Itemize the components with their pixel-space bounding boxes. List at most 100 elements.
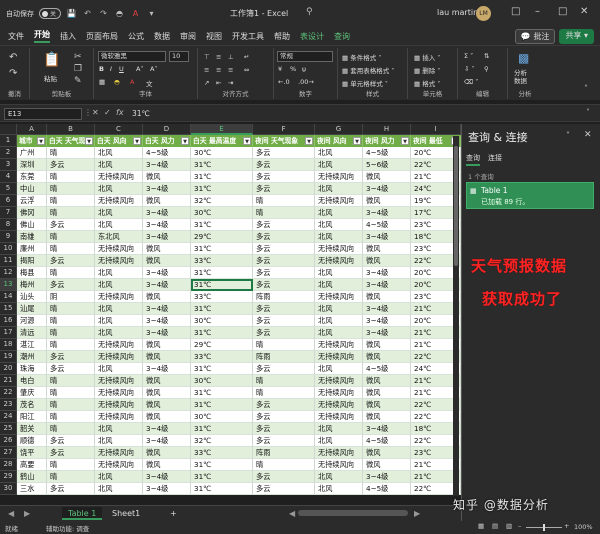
tab-formulas[interactable]: 公式 [128, 31, 144, 42]
table-cell[interactable]: 无持续风向 [315, 195, 363, 207]
autosave-toggle[interactable]: 关 [39, 8, 61, 19]
row-header[interactable]: 7 [0, 207, 17, 219]
close-icon[interactable]: ✕ [580, 6, 588, 17]
paste-label[interactable]: 粘贴 [44, 73, 57, 83]
table-cell[interactable]: 晴 [47, 411, 95, 423]
table-cell[interactable]: 多云 [253, 279, 315, 291]
border-icon[interactable]: ▦ [99, 78, 105, 86]
row-header[interactable]: 12 [0, 267, 17, 279]
orientation-icon[interactable]: ↗ [204, 79, 209, 87]
wrap-text-icon[interactable]: ↵ [244, 53, 249, 61]
table-cell[interactable]: 晴 [47, 471, 95, 483]
table-cell[interactable]: 潮州 [17, 351, 47, 363]
table-cell[interactable]: 31℃ [191, 399, 253, 411]
currency-icon[interactable]: ¥ [278, 65, 282, 73]
table-cell[interactable]: 晴 [253, 195, 315, 207]
table-cell[interactable]: 晴 [47, 387, 95, 399]
table-cell[interactable]: 31℃ [191, 279, 253, 291]
table-cell[interactable]: 晴 [253, 207, 315, 219]
row-header[interactable]: 13 [0, 279, 17, 291]
table-cell[interactable]: 多云 [253, 147, 315, 159]
table-cell[interactable]: 31℃ [191, 219, 253, 231]
table-cell[interactable]: 北风 [95, 303, 143, 315]
row-header[interactable]: 22 [0, 387, 17, 399]
table-cell[interactable]: 30℃ [191, 147, 253, 159]
row-header[interactable]: 9 [0, 231, 17, 243]
tab-insert[interactable]: 插入 [60, 31, 76, 42]
next-sheet-icon[interactable]: ▶ [18, 507, 36, 520]
table-cell[interactable]: 东北风 [95, 231, 143, 243]
table-cell[interactable]: 多云 [253, 327, 315, 339]
row-header[interactable]: 23 [0, 399, 17, 411]
table-cell[interactable]: 微风 [363, 243, 411, 255]
table-cell[interactable]: 北风 [95, 207, 143, 219]
find-icon[interactable]: ⚲ [484, 65, 489, 73]
table-cell[interactable]: 晴 [47, 399, 95, 411]
table-cell[interactable]: 微风 [143, 447, 191, 459]
table-cell[interactable]: 晴 [253, 375, 315, 387]
table-cell[interactable]: 晴 [47, 207, 95, 219]
table-cell[interactable]: 北风 [95, 219, 143, 231]
table-cell[interactable]: 佛冈 [17, 207, 47, 219]
table-cell[interactable]: 北风 [315, 327, 363, 339]
table-cell[interactable]: 31℃ [191, 387, 253, 399]
table-cell[interactable]: 多云 [253, 159, 315, 171]
table-cell[interactable]: 多云 [253, 399, 315, 411]
table-cell[interactable]: 3~4级 [143, 435, 191, 447]
indent-increase-icon[interactable]: ⇥ [228, 79, 233, 87]
filter-dropdown-icon[interactable]: ▼ [305, 137, 313, 145]
table-cell[interactable]: 微风 [363, 387, 411, 399]
row-header[interactable]: 16 [0, 315, 17, 327]
table-cell[interactable]: 阵雨 [253, 351, 315, 363]
table-header-cell[interactable]: 夜间 风力 ▼ [363, 135, 411, 147]
tab-home[interactable]: 开始 [34, 29, 50, 43]
table-cell[interactable]: 北风 [315, 303, 363, 315]
table-cell[interactable]: 梅州 [17, 279, 47, 291]
align-right-icon[interactable]: ≡ [228, 66, 233, 74]
column-header[interactable]: A [17, 124, 47, 135]
table-cell[interactable]: 29℃ [191, 231, 253, 243]
table-cell[interactable]: 4~5级 [363, 219, 411, 231]
table-cell[interactable]: 晴 [47, 171, 95, 183]
table-cell[interactable]: 3~4级 [363, 423, 411, 435]
table-cell[interactable]: 微风 [363, 255, 411, 267]
pane-close-icon[interactable]: ✕ [584, 130, 592, 140]
undo-icon[interactable]: ↶ [82, 8, 93, 19]
table-cell[interactable]: 北风 [315, 315, 363, 327]
filter-dropdown-icon[interactable]: ▼ [243, 137, 251, 145]
fill-color-icon[interactable]: ◓ [114, 8, 125, 19]
row-header[interactable]: 24 [0, 411, 17, 423]
table-cell[interactable]: 无持续风向 [95, 243, 143, 255]
table-cell[interactable]: 北风 [315, 159, 363, 171]
comma-icon[interactable]: ⍹ [302, 65, 306, 74]
collapse-ribbon-icon[interactable]: ˄ [584, 84, 588, 93]
table-cell[interactable]: 高要 [17, 459, 47, 471]
indent-decrease-icon[interactable]: ⇤ [216, 79, 221, 87]
table-cell[interactable]: 31℃ [191, 363, 253, 375]
pane-tab-connections[interactable]: 连接 [488, 153, 502, 166]
table-cell[interactable]: 多云 [47, 363, 95, 375]
table-cell[interactable]: 晴 [253, 387, 315, 399]
table-cell[interactable]: 无持续风向 [315, 411, 363, 423]
tab-file[interactable]: 文件 [8, 31, 24, 42]
table-cell[interactable]: 北风 [315, 183, 363, 195]
table-cell[interactable]: 三水 [17, 483, 47, 495]
table-cell[interactable]: 无持续风向 [315, 447, 363, 459]
bold-icon[interactable]: B [99, 65, 104, 73]
table-cell[interactable]: 3~4级 [363, 231, 411, 243]
table-header-cell[interactable]: 夜间 天气现象 ▼ [253, 135, 315, 147]
insert-button[interactable]: ▦ 插入 ˅ [414, 52, 441, 62]
table-cell[interactable]: 北风 [315, 147, 363, 159]
table-cell[interactable]: 北风 [95, 327, 143, 339]
table-cell[interactable]: 3~4级 [363, 279, 411, 291]
save-icon[interactable]: 💾 [66, 8, 77, 19]
share-button[interactable]: 共享 ▾ [559, 29, 594, 44]
table-cell[interactable]: 云浮 [17, 195, 47, 207]
table-cell[interactable]: 3~4级 [143, 327, 191, 339]
table-cell[interactable]: 晴 [47, 327, 95, 339]
table-cell[interactable]: 微风 [143, 399, 191, 411]
table-cell[interactable]: 多云 [253, 363, 315, 375]
fx-icon[interactable]: fx [116, 108, 124, 117]
table-cell[interactable]: 珠海 [17, 363, 47, 375]
sheet-tab-table1[interactable]: Table 1 [62, 507, 103, 520]
